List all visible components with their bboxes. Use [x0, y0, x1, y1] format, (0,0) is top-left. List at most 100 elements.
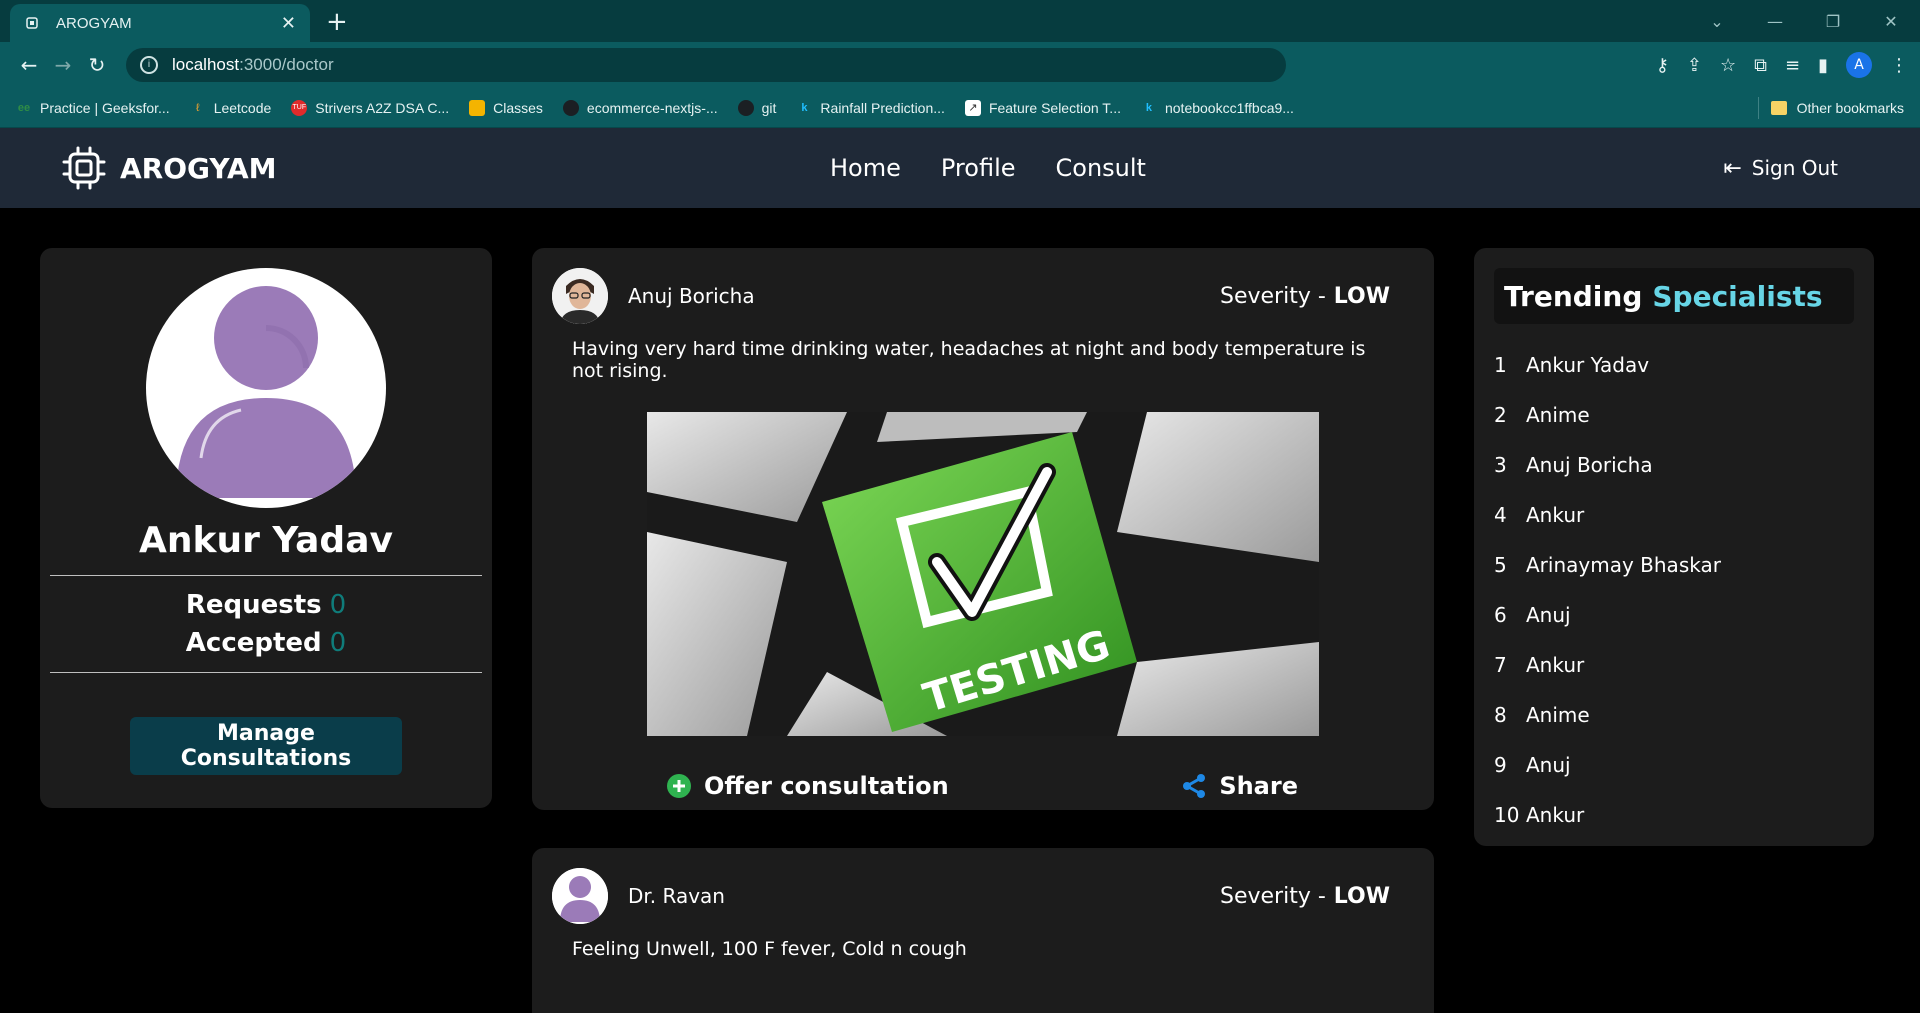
share-button[interactable]: Share [1181, 772, 1298, 800]
tuf-icon: TUF [291, 99, 308, 116]
bookmark-item[interactable]: k Rainfall Prediction... [796, 100, 945, 116]
offer-consultation-label: Offer consultation [704, 772, 949, 800]
severity-value: LOW [1333, 883, 1390, 909]
consultation-post: Dr. Ravan Severity - LOW Feeling Unwell, … [532, 848, 1434, 1013]
specialist-item[interactable]: 8 Anime [1494, 690, 1874, 740]
window-controls: ⌄ — ❐ ✕ [1688, 0, 1920, 42]
specialist-name: Ankur [1526, 653, 1585, 677]
bookmark-item[interactable]: Classes [469, 99, 543, 116]
offer-consultation-button[interactable]: Offer consultation [666, 772, 949, 800]
specialist-item[interactable]: 6 Anuj [1494, 590, 1874, 640]
url-input[interactable]: i localhost:3000/doctor [126, 48, 1286, 82]
post-description: Having very hard time drinking water, he… [572, 338, 1366, 382]
close-window-icon[interactable]: ✕ [1862, 12, 1920, 31]
bookmark-item[interactable]: ee Practice | Geeksfor... [16, 100, 170, 116]
menu-kebab-icon[interactable]: ⋮ [1890, 55, 1908, 76]
specialist-name: Anuj [1526, 603, 1571, 627]
github-icon [562, 99, 579, 116]
reload-icon[interactable]: ↻ [80, 53, 114, 77]
bookmarks-bar: ee Practice | Geeksfor... ℓ Leetcode TUF St… [0, 88, 1920, 128]
new-tab-icon[interactable]: + [326, 7, 348, 37]
password-key-icon[interactable]: ⚷ [1656, 55, 1669, 76]
post-author-name[interactable]: Dr. Ravan [628, 884, 725, 908]
specialist-item[interactable]: 5 Arinaymay Bhaskar [1494, 540, 1874, 590]
specialist-item[interactable]: 1 Ankur Yadav [1494, 340, 1874, 390]
url-path: :3000/doctor [239, 55, 334, 74]
toolbar-actions: ⚷ ⇪ ☆ ⧉ ≡ ▮ A ⋮ [1656, 52, 1908, 78]
media-queue-icon[interactable]: ≡ [1785, 55, 1800, 76]
leetcode-icon: ℓ [195, 101, 200, 114]
specialist-rank: 8 [1494, 703, 1507, 727]
side-panel-icon[interactable]: ▮ [1818, 55, 1828, 76]
specialist-name: Anime [1526, 403, 1590, 427]
specialist-name: Anuj Boricha [1526, 453, 1653, 477]
specialist-rank: 10 [1494, 803, 1520, 827]
accepted-count: 0 [329, 628, 347, 658]
severity-label: Severity - [1220, 883, 1326, 909]
share-page-icon[interactable]: ⇪ [1687, 55, 1702, 76]
profile-avatar[interactable]: A [1846, 52, 1872, 78]
nav-profile-link[interactable]: Profile [941, 154, 1016, 182]
nav-consult-link[interactable]: Consult [1056, 154, 1146, 182]
bookmark-item[interactable]: TUF Strivers A2Z DSA C... [291, 99, 449, 116]
specialist-item[interactable]: 9 Anuj [1494, 740, 1874, 790]
minimize-icon[interactable]: — [1746, 12, 1804, 31]
specialist-item[interactable]: 4 Ankur [1494, 490, 1874, 540]
restore-icon[interactable]: ❐ [1804, 12, 1862, 31]
bookmark-star-icon[interactable]: ☆ [1720, 55, 1736, 76]
bookmark-item[interactable]: ℓ Leetcode [190, 100, 271, 116]
arogyam-favicon-icon [26, 17, 38, 29]
trending-title-accent: Specialists [1652, 279, 1823, 313]
author-avatar[interactable] [552, 868, 608, 924]
post-image: TESTING [647, 412, 1319, 736]
address-bar-row: ← → ↻ i localhost:3000/doctor ⚷ ⇪ ☆ ⧉ ≡ … [0, 42, 1920, 88]
specialist-item[interactable]: 7 Ankur [1494, 640, 1874, 690]
profile-divider [50, 672, 482, 673]
specialist-rank: 6 [1494, 603, 1507, 627]
sign-out-button[interactable]: ⇤ Sign Out [1723, 156, 1838, 181]
bookmark-item[interactable]: git [737, 99, 776, 116]
brand-logo[interactable]: AROGYAM [62, 146, 277, 190]
specialist-item[interactable]: 10 Ankur [1494, 790, 1874, 840]
other-bookmarks[interactable]: Other bookmarks [1757, 96, 1904, 119]
back-icon[interactable]: ← [12, 53, 46, 77]
doctor-profile-card: Ankur Yadav Requests 0 Accepted 0 Manage C… [40, 248, 492, 808]
specialist-name: Ankur [1526, 803, 1585, 827]
browser-tab-active[interactable]: AROGYAM ✕ [10, 4, 310, 42]
bookmarks-divider [1757, 96, 1759, 119]
manage-consultations-button[interactable]: Manage Consultations [130, 717, 402, 775]
specialist-name: Arinaymay Bhaskar [1526, 553, 1721, 577]
specialist-rank: 3 [1494, 453, 1507, 477]
tab-search-icon[interactable]: ⌄ [1688, 12, 1746, 31]
bookmark-item[interactable]: ↗ Feature Selection T... [964, 99, 1121, 116]
specialist-item[interactable]: 3 Anuj Boricha [1494, 440, 1874, 490]
geeksforgeeks-icon: ee [17, 101, 31, 114]
user-silhouette-icon [552, 868, 608, 924]
forward-icon[interactable]: → [46, 53, 80, 77]
severity-value: LOW [1333, 283, 1390, 309]
post-author-name[interactable]: Anuj Boricha [628, 284, 755, 308]
specialist-rank: 1 [1494, 353, 1507, 377]
nav-home-link[interactable]: Home [830, 154, 901, 182]
requests-stat: Requests 0 [40, 590, 492, 620]
site-info-icon[interactable]: i [140, 56, 158, 74]
close-tab-icon[interactable]: ✕ [281, 13, 296, 34]
specialist-item[interactable]: 2 Anime [1494, 390, 1874, 440]
chart-icon: ↗ [964, 99, 981, 116]
testing-keyboard-image: TESTING [647, 412, 1319, 736]
specialist-name: Ankur [1526, 503, 1585, 527]
specialist-name: Ankur Yadav [1526, 353, 1650, 377]
consultation-post: Anuj Boricha Severity - LOW Having very h… [532, 248, 1434, 810]
user-silhouette-icon [176, 286, 356, 498]
bookmark-item[interactable]: k notebookcc1ffbca9... [1141, 100, 1294, 116]
author-avatar[interactable] [552, 268, 608, 324]
brand-name: AROGYAM [120, 151, 277, 185]
tab-title: AROGYAM [56, 14, 132, 32]
bookmark-item[interactable]: ecommerce-nextjs-... [562, 99, 718, 116]
kaggle-icon: k [1145, 101, 1153, 114]
doctor-name: Ankur Yadav [139, 520, 393, 561]
main-content: Ankur Yadav Requests 0 Accepted 0 Manage C… [0, 208, 1920, 1013]
extensions-icon[interactable]: ⧉ [1754, 55, 1767, 76]
accepted-stat: Accepted 0 [40, 628, 492, 658]
specialist-rank: 5 [1494, 553, 1507, 577]
